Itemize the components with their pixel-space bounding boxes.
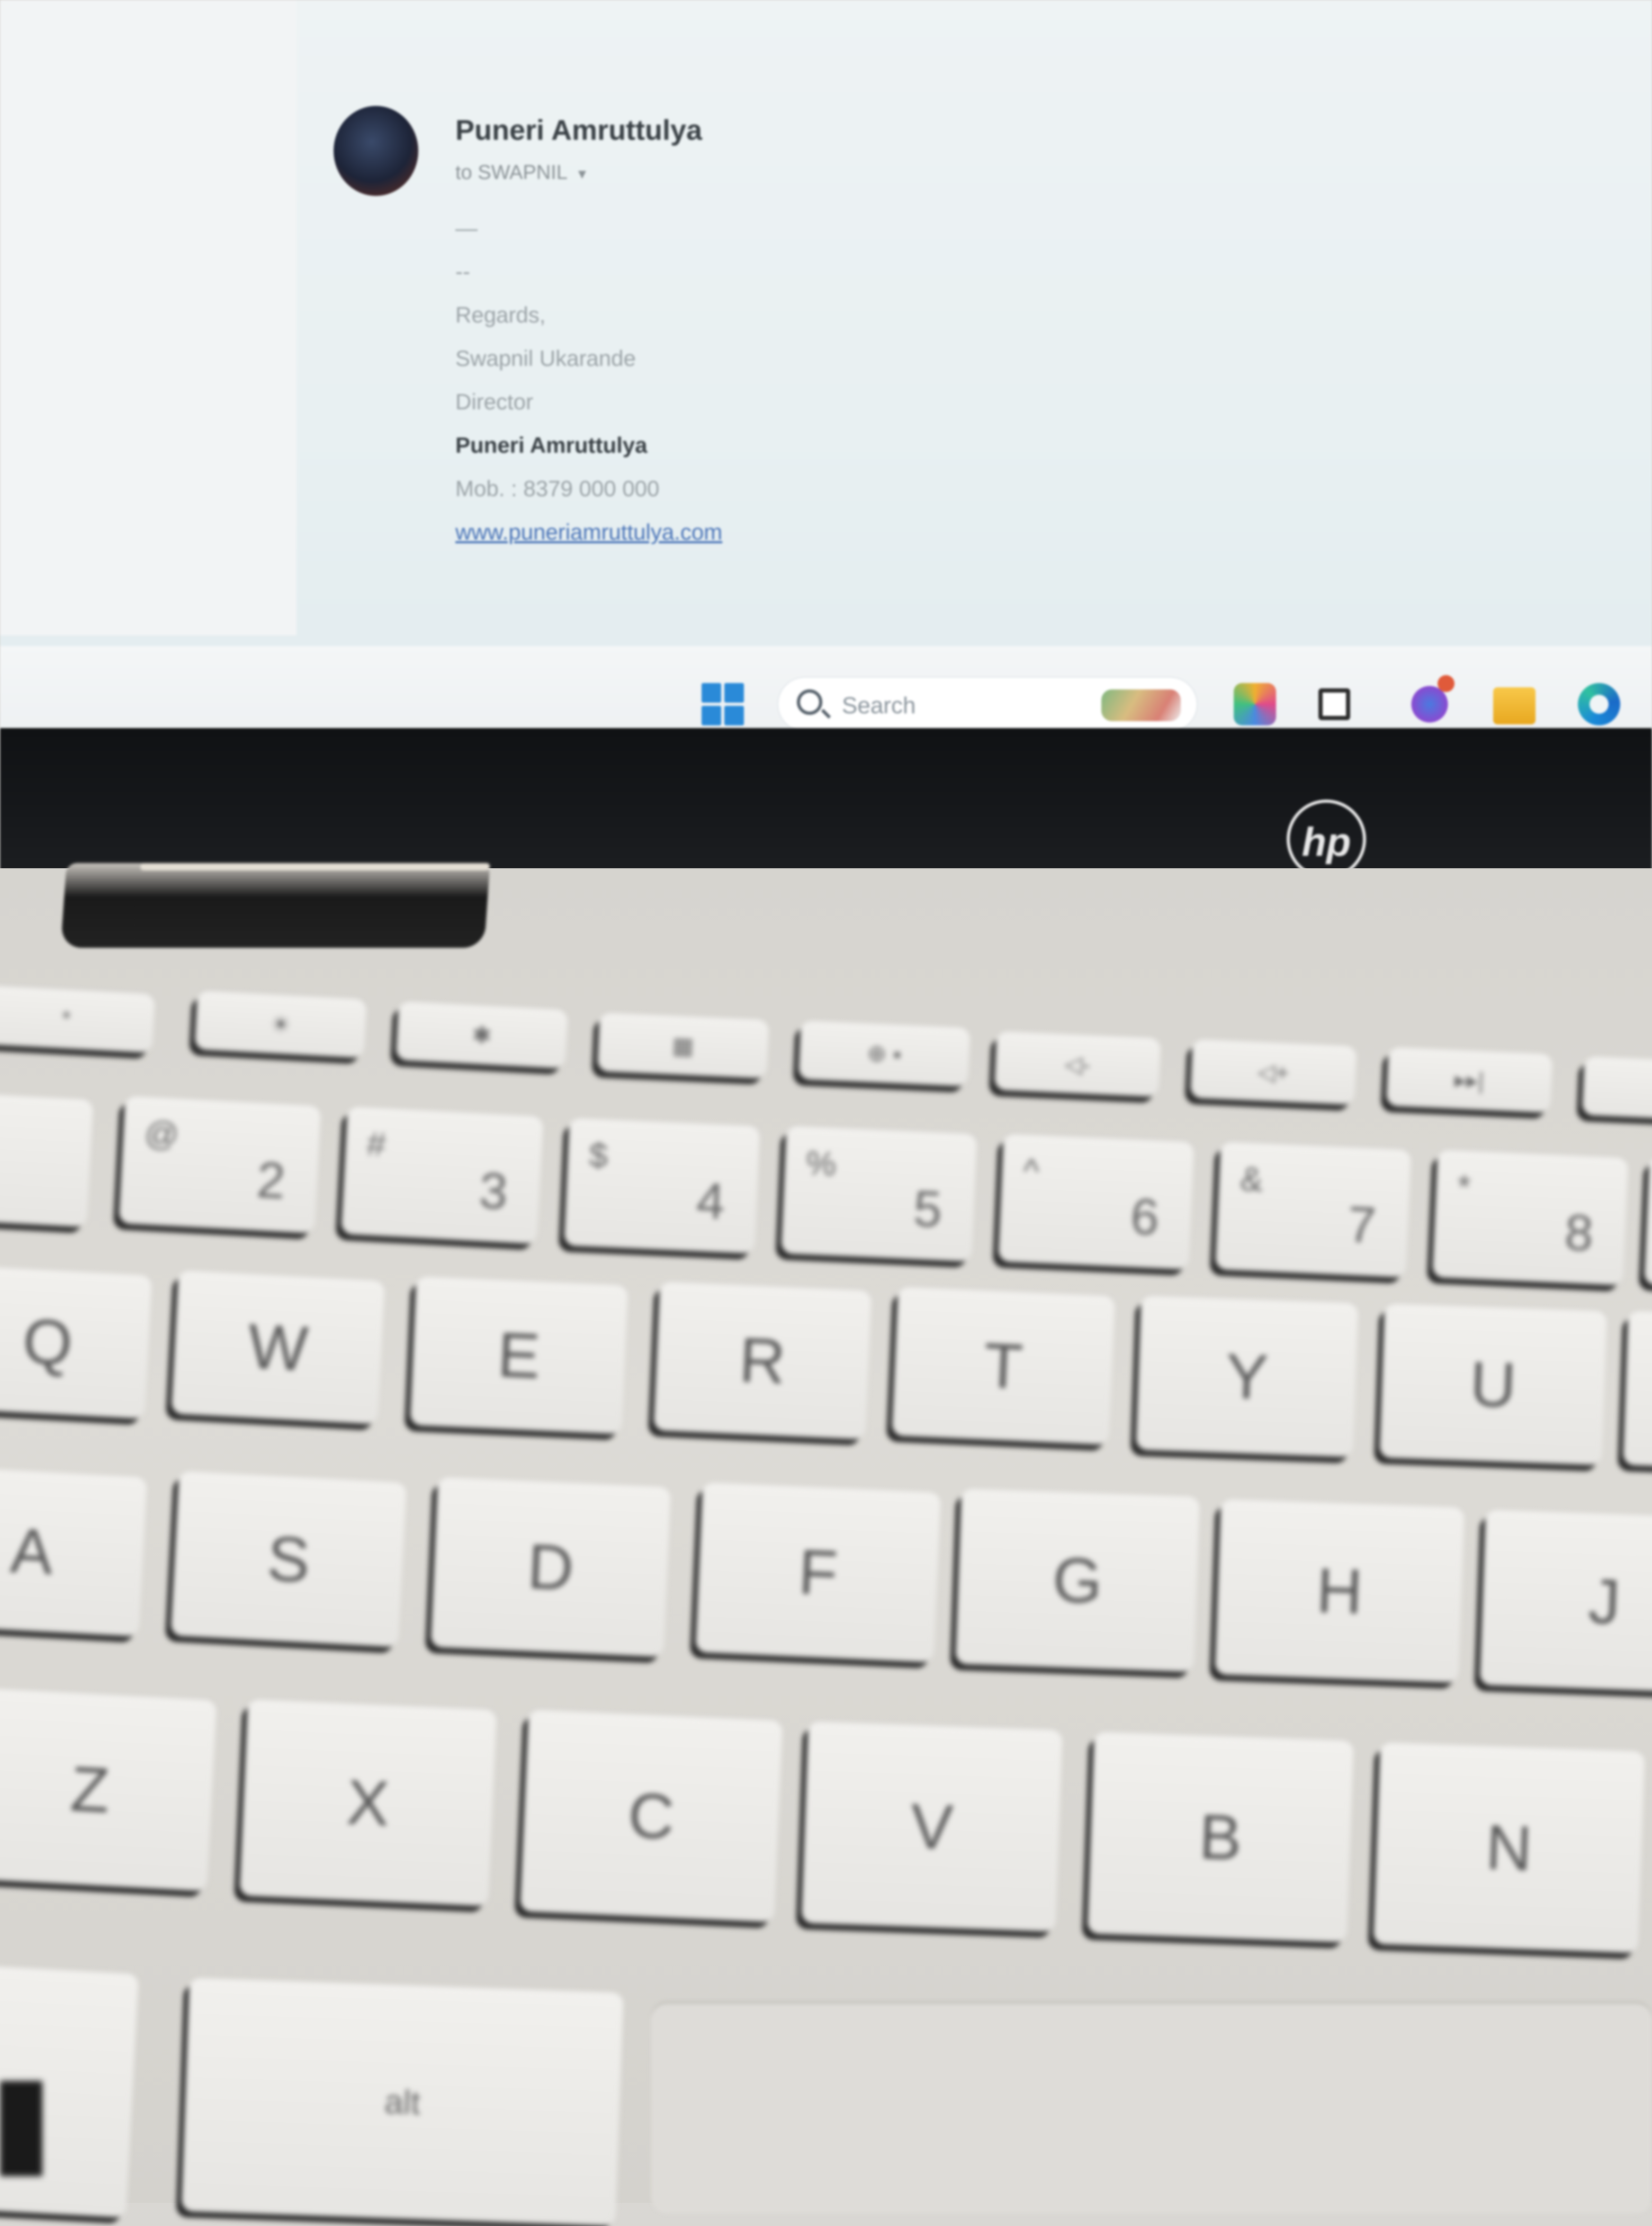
key-j[interactable]: J (1479, 1510, 1652, 1693)
key-t[interactable]: T (892, 1287, 1115, 1445)
key-d[interactable]: D (430, 1477, 671, 1657)
fn-key[interactable] (1582, 1056, 1652, 1120)
key-y[interactable]: Y (1136, 1296, 1358, 1458)
key-z[interactable]: Z (0, 1688, 217, 1891)
key-7[interactable]: & 7 (1215, 1142, 1412, 1278)
fn-key[interactable]: ✱ (396, 1001, 568, 1069)
key-alt[interactable]: alt (181, 1978, 624, 2226)
touchpad[interactable] (651, 2001, 1652, 2213)
fn-key[interactable]: ⊕ ▪ (798, 1021, 971, 1087)
key-9[interactable] (1644, 1157, 1652, 1289)
keyboard: * ☀ ✱ ▦ ⊕ ▪ ◁- ◁+ ▸▸| @2 #3 $4 % 5 ^ 6 & 7 … (0, 0, 1652, 2226)
key-n[interactable]: N (1373, 1743, 1645, 1953)
windows-key-icon (0, 2081, 42, 2176)
key-v[interactable]: V (801, 1721, 1063, 1932)
key-a[interactable]: A (0, 1466, 147, 1637)
key-1[interactable] (0, 1092, 94, 1227)
key-g[interactable]: G (955, 1489, 1200, 1672)
key-3[interactable]: #3 (340, 1107, 544, 1244)
fn-key[interactable]: ▸▸| (1386, 1047, 1553, 1113)
fn-key[interactable]: ◁- (994, 1031, 1161, 1097)
key-q[interactable]: Q (0, 1265, 152, 1419)
key-r[interactable]: R (653, 1282, 872, 1440)
key-u[interactable]: U (1379, 1304, 1607, 1466)
key-2[interactable]: @2 (118, 1096, 321, 1234)
fn-key[interactable]: ▦ (597, 1013, 769, 1079)
key-8[interactable]: * 8 (1432, 1150, 1629, 1286)
key-4[interactable]: $4 (563, 1118, 760, 1254)
fn-key[interactable]: ◁+ (1190, 1039, 1357, 1105)
key-c[interactable]: C (519, 1710, 783, 1923)
key-f[interactable]: F (695, 1483, 941, 1663)
key-5[interactable]: % 5 (780, 1126, 977, 1262)
key-x[interactable]: X (239, 1699, 497, 1907)
key-i[interactable] (1623, 1311, 1652, 1469)
fn-key[interactable]: ☀ (194, 991, 367, 1058)
key-b[interactable]: B (1087, 1732, 1354, 1943)
key-h[interactable]: H (1215, 1500, 1465, 1683)
key-w[interactable]: W (171, 1270, 385, 1425)
key-6[interactable]: ^ 6 (998, 1134, 1195, 1270)
key-e[interactable]: E (410, 1277, 628, 1434)
key-s[interactable]: S (170, 1471, 407, 1648)
fn-key[interactable]: * (0, 985, 155, 1053)
